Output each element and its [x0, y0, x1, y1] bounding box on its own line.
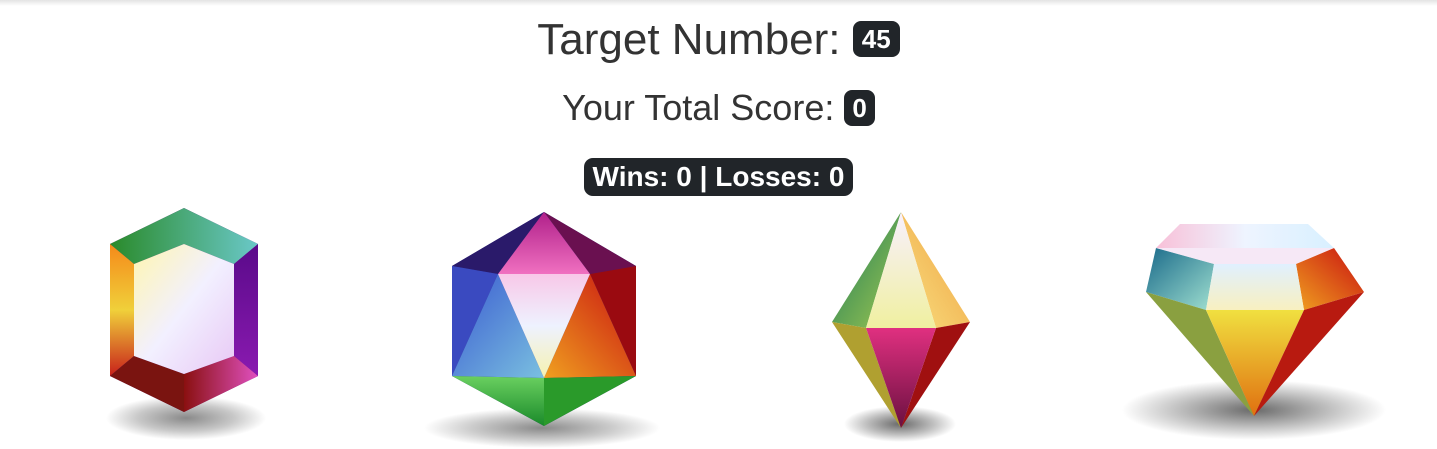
crystal-octahedron[interactable]: [826, 206, 976, 449]
crystal-hexagonal-prism[interactable]: [100, 206, 272, 449]
crystal-icosahedron[interactable]: [420, 206, 664, 449]
record-heading: Wins: 0 | Losses: 0: [0, 157, 1437, 197]
navbar-shadow: [0, 0, 1437, 6]
target-number-heading: Target Number: 45: [0, 14, 1437, 66]
hexagon-gem-icon: [106, 208, 266, 440]
wins-losses-badge: Wins: 0 | Losses: 0: [583, 157, 854, 196]
diamond-gem-icon: [1122, 224, 1386, 440]
octahedron-gem-icon: [832, 212, 970, 442]
crystal-brilliant-cut[interactable]: [1118, 206, 1394, 449]
total-score-badge: 0: [844, 90, 875, 127]
total-score-label: Your Total Score:: [562, 87, 835, 128]
total-score-heading: Your Total Score: 0: [0, 86, 1437, 130]
target-number-label: Target Number:: [537, 15, 841, 64]
target-number-badge: 45: [852, 21, 900, 58]
icosahedron-gem-icon: [424, 212, 660, 448]
